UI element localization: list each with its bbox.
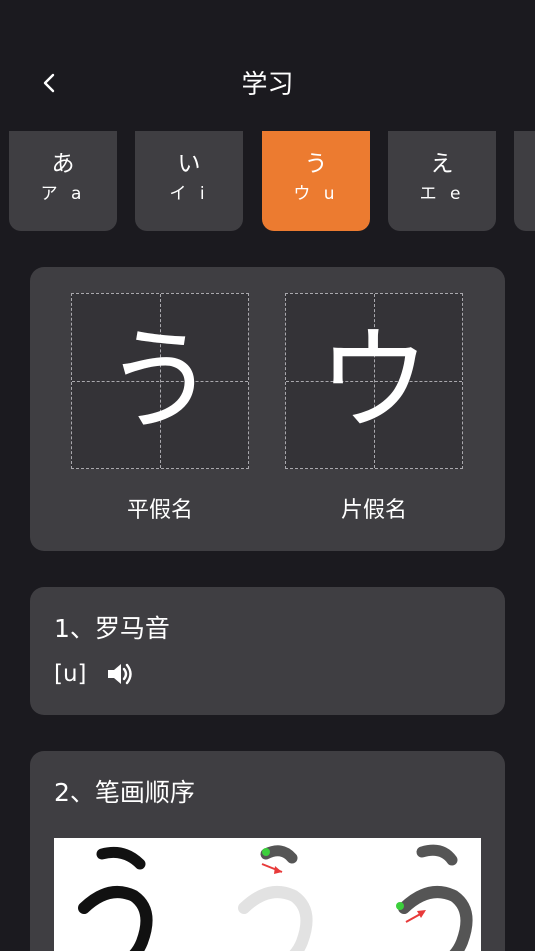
tab-sub-label: イ i: [169, 184, 209, 204]
tab-sub-label: ウ u: [293, 184, 339, 204]
hiragana-character: う: [104, 316, 216, 446]
katakana-grid: ウ: [285, 293, 463, 469]
tab-i[interactable]: い イ i: [135, 131, 243, 231]
stroke-step-second: [396, 844, 473, 951]
katakana-character: ウ: [318, 316, 430, 446]
romaji-card: 1、罗马音 [u]: [30, 587, 505, 715]
katakana-label: 片假名: [340, 498, 407, 523]
romaji-section-title: 1、罗马音: [54, 614, 170, 643]
tab-a[interactable]: あ ア a: [9, 131, 117, 231]
page-title: 学习: [241, 70, 294, 100]
kana-tab-strip[interactable]: あ ア a い イ i う ウ u え エ e: [0, 131, 535, 232]
tab-kana-label: え: [430, 151, 454, 177]
speaker-icon[interactable]: [105, 659, 135, 689]
romaji-row: [u]: [54, 659, 135, 689]
stroke-section-title: 2、笔画顺序: [54, 778, 195, 807]
hiragana-grid: う: [71, 293, 249, 469]
learn-screen: 学习 あ ア a い イ i う ウ u え エ e う ウ 平假名 片假名 1…: [0, 0, 535, 951]
tab-sub-label: エ e: [419, 184, 465, 204]
stroke-step-complete: [78, 846, 153, 951]
stroke-step-first: [238, 845, 313, 951]
romaji-value: [u]: [54, 661, 87, 687]
tab-e[interactable]: え エ e: [388, 131, 496, 231]
tab-kana-label: う: [304, 151, 328, 177]
stroke-order-card: 2、笔画顺序: [30, 751, 505, 951]
tab-sub-label: ア a: [40, 184, 86, 204]
header: 学习: [0, 58, 535, 112]
stroke-order-image: [54, 838, 481, 951]
tab-o[interactable]: [514, 131, 535, 231]
tab-u[interactable]: う ウ u: [262, 131, 370, 231]
tab-kana-label: あ: [51, 151, 75, 177]
hiragana-label: 平假名: [126, 498, 193, 523]
character-card: う ウ 平假名 片假名: [30, 267, 505, 551]
tab-kana-label: い: [177, 151, 201, 177]
